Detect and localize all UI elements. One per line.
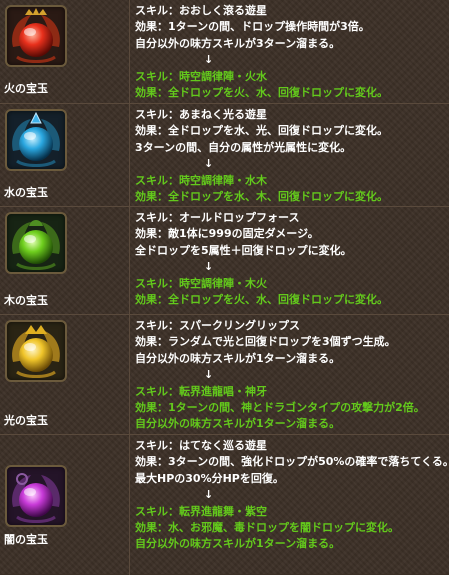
gem-row-dark: 闇の宝玉 スキル：はてなく巡る遊星 効果：3ターンの間、強化ドロップが50%の確… (0, 434, 449, 575)
skill-name-line: スキル：はてなく巡る遊星 (135, 439, 267, 452)
evolved-skill-name-line: スキル：時空調律陣・水木 (135, 173, 267, 187)
gem-skill-text: スキル：スパークリングリップス 効果：ランダムで光と回復ドロップを3個ずつ生成。… (135, 318, 447, 433)
gem-skill-text: スキル：おおしく滾る遊星 効果：1ターンの間、ドロップ操作時間が3倍。 自分以外… (135, 3, 447, 101)
evolve-arrow: ↓ (204, 157, 214, 171)
gem-name: 光の宝玉 (4, 414, 48, 427)
evolved-skill-effect-line: 効果：全ドロップを水、木、回復ドロップに変化。 (135, 190, 388, 204)
gem-name: 火の宝玉 (4, 82, 48, 95)
evolved-skill-effect-line: 効果：全ドロップを火、水、回復ドロップに変化。 (135, 86, 388, 100)
gem-row-fire: 火の宝玉 スキル：おおしく滾る遊星 効果：1ターンの間、ドロップ操作時間が3倍。… (0, 0, 449, 103)
skill-effect-line: 3ターンの間、自分の属性が光属性に変化。 (135, 140, 352, 154)
skill-effect-line: 効果：1ターンの間、ドロップ操作時間が3倍。 (135, 20, 370, 34)
skill-effect-line: 効果：敵1体に999の固定ダメージ。 (135, 227, 319, 241)
skill-effect-line: 効果：3ターンの間、強化ドロップが50%の確率で落ちてくる。 (135, 455, 447, 469)
gem-name: 水の宝玉 (4, 186, 48, 199)
gem-name: 闇の宝玉 (4, 533, 48, 546)
gem-icon-cell: 木の宝玉 (0, 207, 130, 315)
gem-icon-cell: 火の宝玉 (0, 0, 130, 103)
evolved-skill-name-line: スキル：転界進龍舞・紫空 (135, 504, 267, 518)
skill-name-line: スキル：スパークリングリップス (135, 319, 300, 332)
light-orb-icon (5, 320, 67, 382)
skill-effect-line: 効果：全ドロップを水、光、回復ドロップに変化。 (135, 124, 388, 138)
skill-effect-line: 全ドロップを5属性＋回復ドロップに変化。 (135, 243, 352, 257)
gem-row-water: 水の宝玉 スキル：あまねく光る遊星 効果：全ドロップを水、光、回復ドロップに変化… (0, 103, 449, 207)
gem-skill-text: スキル：はてなく巡る遊星 効果：3ターンの間、強化ドロップが50%の確率で落ちて… (135, 438, 447, 553)
evolved-skill-effect-line: 効果：1ターンの間、神とドラゴンタイプの攻撃力が2倍。 (135, 401, 425, 415)
evolved-skill-name-line: スキル：転界進龍唱・神牙 (135, 384, 267, 398)
gem-row-light: 光の宝玉 スキル：スパークリングリップス 効果：ランダムで光と回復ドロップを3個… (0, 314, 449, 435)
skill-name-line: スキル：あまねく光る遊星 (135, 108, 267, 121)
evolve-arrow: ↓ (204, 488, 214, 502)
skill-effect-line: 効果：ランダムで光と回復ドロップを3個ずつ生成。 (135, 335, 396, 349)
evolve-arrow: ↓ (204, 368, 214, 382)
evolve-arrow: ↓ (204, 260, 214, 274)
skill-effect-line: 最大HPの30%分HPを回復。 (135, 471, 284, 485)
gem-icon-cell: 水の宝玉 (0, 104, 130, 207)
skill-effect-line: 自分以外の味方スキルが3ターン溜まる。 (135, 36, 341, 50)
evolved-skill-name-line: スキル：時空調律陣・木火 (135, 276, 267, 290)
gem-skill-table: 火の宝玉 スキル：おおしく滾る遊星 効果：1ターンの間、ドロップ操作時間が3倍。… (0, 0, 449, 575)
fire-orb-icon (5, 5, 67, 67)
evolved-skill-effect-line: 効果：水、お邪魔、毒ドロップを闇ドロップに変化。 (135, 521, 399, 535)
evolve-arrow: ↓ (204, 53, 214, 67)
water-orb-icon (5, 109, 67, 171)
evolved-skill-effect-line: 効果：全ドロップを火、水、回復ドロップに変化。 (135, 293, 388, 307)
evolved-skill-effect-line: 自分以外の味方スキルが1ターン溜まる。 (135, 417, 341, 431)
gem-icon-cell: 闇の宝玉 (0, 435, 130, 575)
gem-icon-cell: 光の宝玉 (0, 315, 130, 435)
gem-row-wood: 木の宝玉 スキル：オールドロップフォース 効果：敵1体に999の固定ダメージ。 … (0, 206, 449, 315)
evolved-skill-effect-line: 自分以外の味方スキルが1ターン溜まる。 (135, 537, 341, 551)
skill-effect-line: 自分以外の味方スキルが1ターン溜まる。 (135, 351, 341, 365)
gem-skill-text: スキル：オールドロップフォース 効果：敵1体に999の固定ダメージ。 全ドロップ… (135, 210, 447, 308)
skill-name-line: スキル：おおしく滾る遊星 (135, 4, 267, 17)
gem-skill-text: スキル：あまねく光る遊星 効果：全ドロップを水、光、回復ドロップに変化。 3ター… (135, 107, 447, 205)
dark-orb-icon (5, 465, 67, 527)
gem-name: 木の宝玉 (4, 294, 48, 307)
skill-name-line: スキル：オールドロップフォース (135, 211, 300, 224)
wood-orb-icon (5, 212, 67, 274)
evolved-skill-name-line: スキル：時空調律陣・火水 (135, 69, 267, 83)
